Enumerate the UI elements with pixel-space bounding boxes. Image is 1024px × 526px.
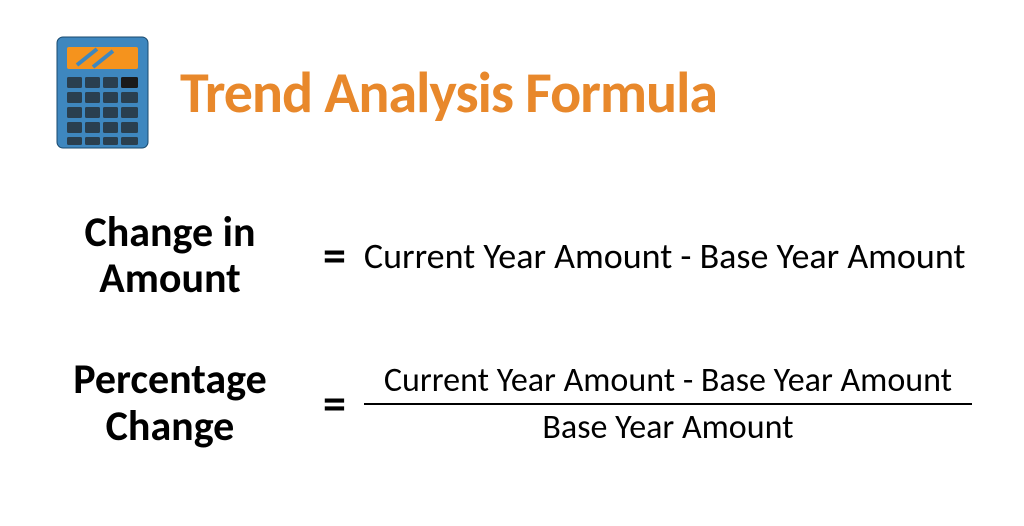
header: Trend Analysis Formula [0,35,1024,150]
formula2-label-line2: Change [35,404,305,450]
formula-change-in-amount: Change in Amount = Current Year Amount -… [0,210,1024,302]
formula-percentage-change: Percentage Change = Current Year Amount … [0,357,1024,449]
calculator-icon [55,35,150,150]
page-title: Trend Analysis Formula [180,57,717,128]
formula1-rhs: Current Year Amount - Base Year Amount [364,234,966,278]
formula2-numerator: Current Year Amount - Base Year Amount [364,360,972,403]
formula2-label: Percentage Change [35,357,305,449]
formula2-denominator: Base Year Amount [364,403,972,448]
formula2-fraction: Current Year Amount - Base Year Amount B… [364,360,972,448]
formula1-label: Change in Amount [35,210,305,302]
equals-sign: = [323,228,346,284]
formula1-label-line1: Change in [35,210,305,256]
equals-sign: = [323,376,346,432]
formula2-label-line1: Percentage [35,357,305,403]
formula1-label-line2: Amount [35,256,305,302]
